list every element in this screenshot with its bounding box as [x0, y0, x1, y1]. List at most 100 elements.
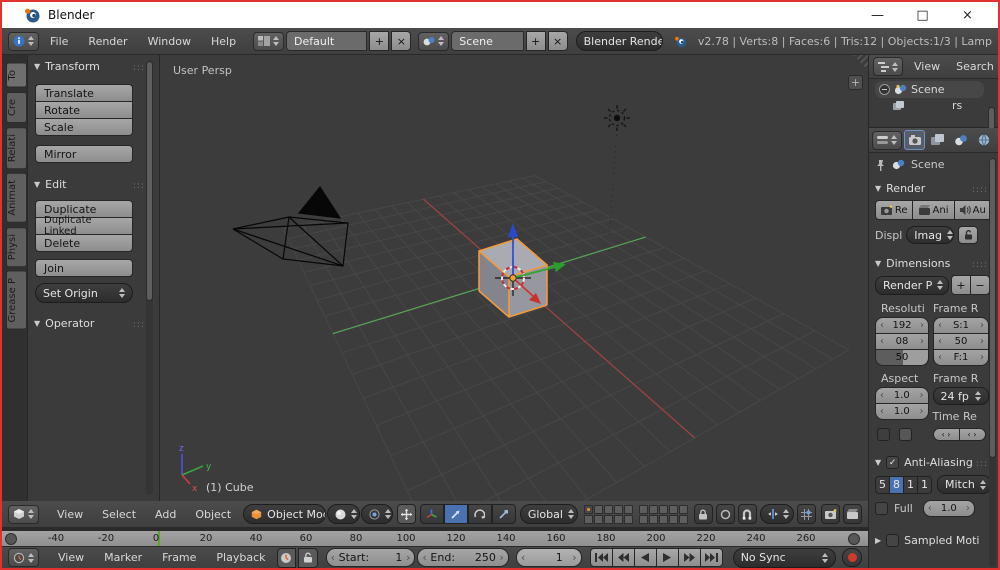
- vp-menu-view[interactable]: View: [48, 508, 92, 521]
- viewport-shading-dropdown[interactable]: [327, 504, 359, 524]
- render-context-tab[interactable]: [904, 130, 925, 150]
- layer-cell[interactable]: [624, 505, 633, 514]
- set-origin-dropdown[interactable]: Set Origin: [35, 283, 133, 303]
- auto-keyframe-button[interactable]: [842, 548, 862, 567]
- aa-sample-button[interactable]: 1: [917, 476, 932, 494]
- lamp-object[interactable]: [604, 105, 630, 237]
- pin-icon[interactable]: [875, 159, 886, 171]
- snap-toggle-button[interactable]: [738, 504, 757, 524]
- layer-cell[interactable]: [584, 505, 593, 514]
- layer-cell[interactable]: [669, 515, 678, 524]
- outliner-item-renderlayer[interactable]: rs: [869, 98, 998, 113]
- timeline-scrollbar-right-cap[interactable]: [848, 533, 860, 545]
- border-checkbox[interactable]: [877, 428, 890, 441]
- tl-menu-view[interactable]: View: [49, 551, 93, 564]
- join-button[interactable]: Join: [35, 259, 133, 277]
- menu-window[interactable]: Window: [139, 35, 200, 48]
- layer-cell[interactable]: [604, 515, 613, 524]
- snap-element-dropdown[interactable]: [760, 504, 795, 524]
- vp-menu-object[interactable]: Object: [186, 508, 240, 521]
- render-engine-dropdown[interactable]: Blender Render: [576, 31, 663, 51]
- transform-panel-header[interactable]: ▼ Transform: [28, 55, 159, 76]
- layer-cell[interactable]: [649, 515, 658, 524]
- layer-cell[interactable]: [659, 505, 668, 514]
- add-preset-button[interactable]: +: [951, 275, 971, 295]
- expand-properties-region-button[interactable]: +: [848, 75, 863, 90]
- render-still-button[interactable]: Re: [875, 200, 913, 220]
- add-scene-button[interactable]: +: [526, 31, 546, 51]
- time-display-toggle-button[interactable]: [277, 548, 297, 568]
- layer-cell[interactable]: [584, 515, 593, 524]
- layer-cell[interactable]: [679, 505, 688, 514]
- layer-cell[interactable]: [639, 505, 648, 514]
- shelf-tab-animation[interactable]: Animat: [6, 173, 27, 223]
- shelf-tab-grease-pencil[interactable]: Grease P: [6, 271, 27, 330]
- scene-browse-button[interactable]: [418, 32, 449, 51]
- rotate-manipulator-button[interactable]: [468, 504, 492, 524]
- tl-menu-playback[interactable]: Playback: [207, 551, 274, 564]
- viewport-editor-type-button[interactable]: [8, 505, 39, 524]
- aa-sample-button[interactable]: 8: [889, 476, 904, 494]
- shelf-scrollbar-track[interactable]: [146, 61, 153, 495]
- transform-orientation-dropdown[interactable]: Global: [520, 504, 578, 524]
- frame-step-field[interactable]: F:1: [933, 349, 989, 366]
- timeline-ruler[interactable]: -40-200204060801001201401601802002202402…: [2, 528, 868, 546]
- viewport-canvas[interactable]: z y x: [160, 55, 868, 501]
- opengl-render-anim-button[interactable]: [843, 504, 862, 524]
- render-layers-context-tab[interactable]: [927, 130, 948, 150]
- manipulator-axes-button[interactable]: [420, 504, 444, 524]
- pivot-point-dropdown[interactable]: [361, 504, 393, 524]
- camera-object[interactable]: [233, 187, 348, 266]
- full-sample-checkbox[interactable]: [875, 502, 888, 515]
- tl-menu-marker[interactable]: Marker: [95, 551, 151, 564]
- time-remap-new-stepper[interactable]: ‹ ›: [959, 428, 986, 441]
- frame-start-field[interactable]: Start: 1: [326, 548, 416, 567]
- frame-end-field[interactable]: 50: [933, 333, 989, 350]
- operator-panel-header[interactable]: ▼ Operator: [28, 312, 159, 333]
- layer-cell[interactable]: [594, 515, 603, 524]
- world-context-tab[interactable]: [973, 130, 994, 150]
- resolution-x-field[interactable]: 192: [875, 317, 929, 334]
- resolution-y-field[interactable]: 08: [875, 333, 929, 350]
- shelf-tab-physics[interactable]: Physi: [6, 227, 27, 267]
- layer-cell[interactable]: [594, 505, 603, 514]
- scale-manipulator-button[interactable]: [492, 504, 516, 524]
- object-context-tab[interactable]: [996, 130, 998, 150]
- render-preset-dropdown[interactable]: Render P: [875, 276, 949, 295]
- scene-context-tab[interactable]: [950, 130, 971, 150]
- frame-end-field[interactable]: End: 250: [417, 548, 508, 567]
- maximize-button[interactable]: □: [900, 8, 945, 23]
- aspect-y-field[interactable]: 1.0: [875, 403, 929, 420]
- layer-cell[interactable]: [649, 505, 658, 514]
- outliner-item-scene[interactable]: Scene: [875, 81, 984, 98]
- outliner-editor-type-button[interactable]: [873, 57, 903, 76]
- duplicate-linked-button[interactable]: Duplicate Linked: [35, 217, 133, 235]
- vp-menu-add[interactable]: Add: [146, 508, 185, 521]
- opengl-render-button[interactable]: [821, 504, 840, 524]
- properties-scrollbar[interactable]: [989, 158, 996, 567]
- properties-editor-type-button[interactable]: [872, 131, 902, 150]
- close-scene-button[interactable]: ×: [548, 31, 568, 51]
- tl-menu-frame[interactable]: Frame: [153, 551, 205, 564]
- current-frame-field[interactable]: 1: [516, 548, 582, 567]
- aspect-x-field[interactable]: 1.0: [875, 387, 929, 404]
- rotate-button[interactable]: Rotate: [35, 101, 133, 119]
- shelf-tab-create[interactable]: Cre: [6, 92, 27, 123]
- close-layout-button[interactable]: ×: [391, 31, 411, 51]
- menu-file[interactable]: File: [41, 35, 77, 48]
- layer-cell[interactable]: [614, 515, 623, 524]
- dimensions-panel-header[interactable]: ▼ Dimensions: [869, 252, 998, 273]
- play-button[interactable]: [656, 548, 679, 567]
- translate-manipulator-button[interactable]: [444, 504, 468, 524]
- audio-sync-dropdown[interactable]: No Sync: [733, 548, 837, 568]
- proportional-edit-button[interactable]: [716, 504, 735, 524]
- lock-time-button[interactable]: [298, 548, 318, 568]
- jump-to-end-button[interactable]: [700, 548, 723, 567]
- frame-start-field[interactable]: S:1: [933, 317, 989, 334]
- layer-cell[interactable]: [639, 515, 648, 524]
- outliner-menu-search[interactable]: Search: [951, 60, 998, 73]
- minimize-button[interactable]: —: [855, 8, 900, 23]
- layer-cell[interactable]: [614, 505, 623, 514]
- snap-target-button[interactable]: [797, 504, 816, 524]
- lock-interface-button[interactable]: [958, 226, 978, 244]
